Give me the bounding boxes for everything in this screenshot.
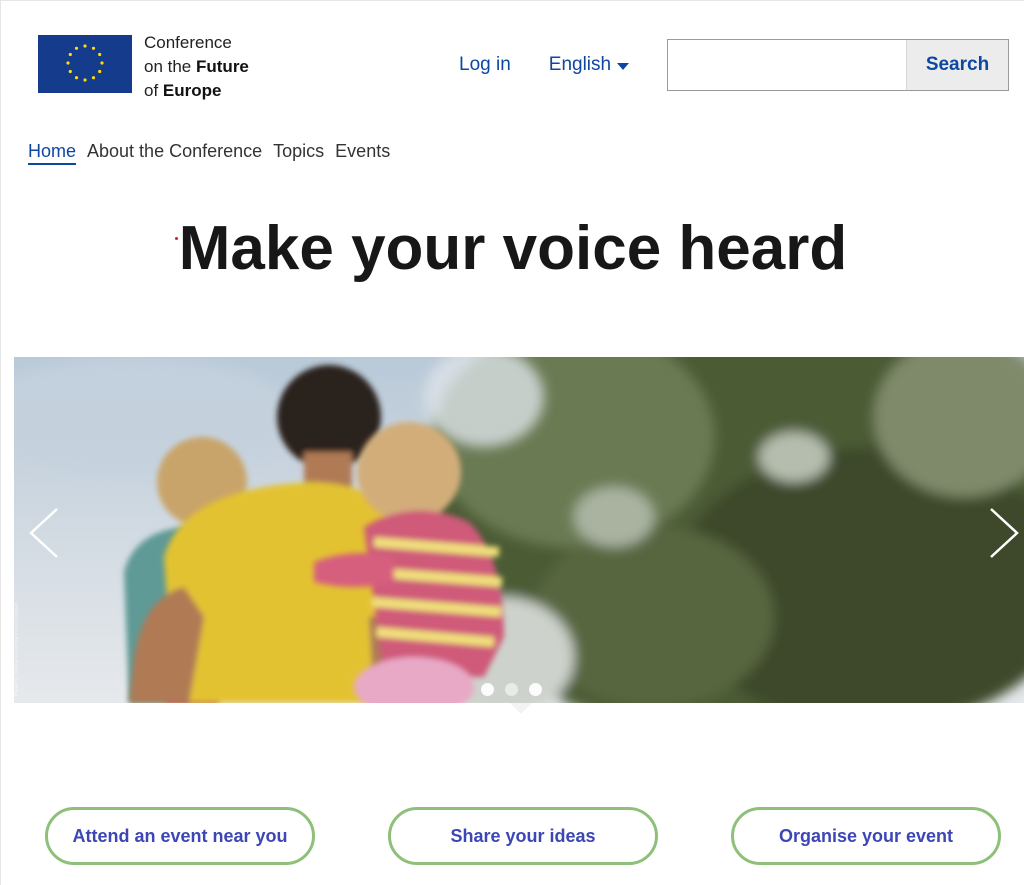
main-nav: Home About the Conference Topics Events xyxy=(28,141,390,165)
carousel-dot-3[interactable] xyxy=(529,683,542,696)
nav-item-about[interactable]: About the Conference xyxy=(87,141,262,165)
photo-credit: Photo by Juliane Liebermann on Unsplash xyxy=(14,602,20,696)
carousel-dot-2[interactable] xyxy=(505,683,518,696)
cta-row: Attend an event near you Share your idea… xyxy=(45,807,1001,865)
logo-line-3: of Europe xyxy=(144,81,222,100)
share-ideas-button[interactable]: Share your ideas xyxy=(388,807,658,865)
site-logo[interactable]: Conference on the Future of Europe xyxy=(38,31,249,103)
site-header: Conference on the Future of Europe Log i… xyxy=(1,1,1024,111)
logo-wordmark: Conference on the Future of Europe xyxy=(144,31,249,103)
search-button[interactable]: Search xyxy=(906,40,1008,90)
page: Conference on the Future of Europe Log i… xyxy=(0,0,1024,885)
nav-item-events[interactable]: Events xyxy=(335,141,390,165)
carousel-slide-image xyxy=(14,357,1024,703)
login-link[interactable]: Log in xyxy=(459,54,511,76)
language-selector[interactable]: English xyxy=(548,54,630,76)
logo-line-1: Conference xyxy=(144,33,232,52)
language-label: English xyxy=(548,54,612,75)
caret-down-icon xyxy=(617,62,630,70)
chevron-left-icon[interactable] xyxy=(27,505,63,561)
hero-carousel xyxy=(14,357,1024,703)
chevron-right-icon[interactable] xyxy=(985,505,1021,561)
organise-event-button[interactable]: Organise your event xyxy=(731,807,1001,865)
nav-item-home[interactable]: Home xyxy=(28,141,77,165)
eu-flag-icon xyxy=(38,35,132,93)
top-links: Log in English xyxy=(459,54,630,76)
carousel-dots xyxy=(481,683,542,696)
page-title: Make your voice heard xyxy=(178,214,848,283)
nav-item-topics[interactable]: Topics xyxy=(273,141,324,165)
attend-event-button[interactable]: Attend an event near you xyxy=(45,807,315,865)
search-input[interactable] xyxy=(668,40,906,90)
logo-line-2: on the Future xyxy=(144,57,249,76)
carousel-notch xyxy=(510,703,532,714)
carousel-dot-1[interactable] xyxy=(481,683,494,696)
search-form: Search xyxy=(667,39,1009,91)
